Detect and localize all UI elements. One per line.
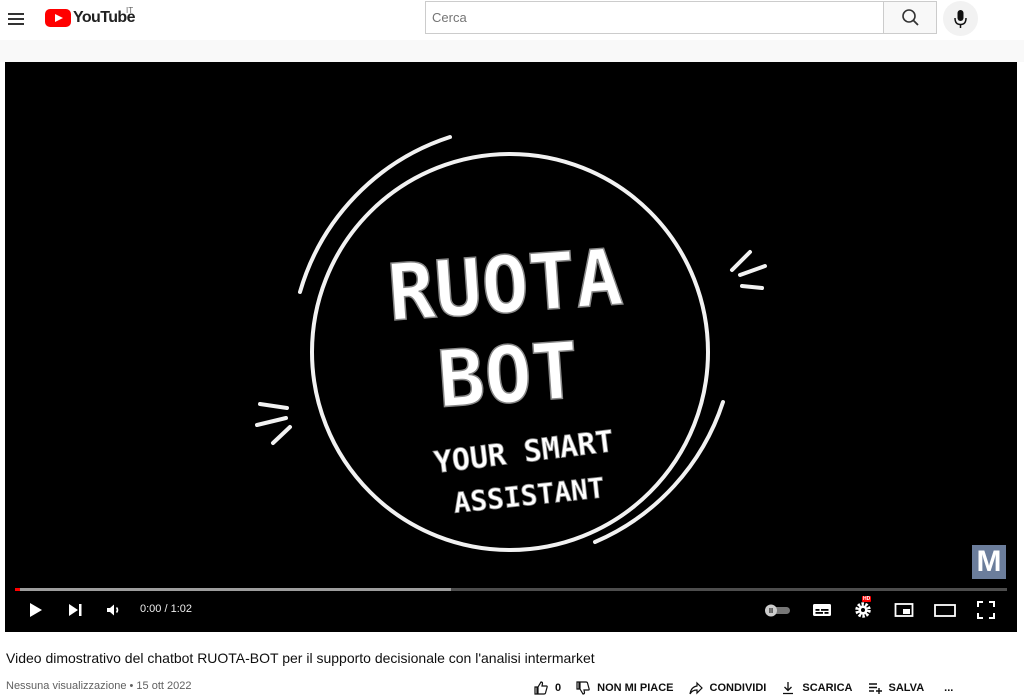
youtube-logo[interactable]: YouTube [45, 8, 135, 28]
share-button[interactable]: CONDIVIDI [688, 680, 767, 696]
country-code: IT [126, 6, 134, 15]
header-spacer [0, 40, 1024, 62]
more-actions-button[interactable]: ... [944, 682, 953, 694]
progress-buffered [15, 588, 452, 591]
video-player[interactable]: RUOTA BOT YOUR SMART ASSISTANT M 0:00 / … [5, 62, 1017, 632]
share-icon [688, 681, 703, 695]
thumbs-down-icon [576, 681, 590, 695]
like-count: 0 [555, 682, 562, 694]
download-icon [783, 682, 794, 695]
thumbs-up-icon [534, 681, 548, 695]
dislike-label: NON MI PIACE [597, 682, 674, 694]
video-text-line2: BOT [435, 326, 582, 426]
time-display: 0:00 / 1:02 [140, 603, 192, 615]
download-button[interactable]: SCARICA [780, 680, 853, 696]
miniplayer-icon [894, 603, 914, 617]
theater-mode-button[interactable] [932, 598, 958, 622]
play-icon [30, 603, 42, 617]
video-title: Video dimostrativo del chatbot RUOTA-BOT… [6, 650, 595, 666]
progress-bar[interactable] [15, 588, 1007, 591]
microphone-icon [954, 10, 967, 28]
volume-icon [107, 604, 119, 616]
menu-icon[interactable] [6, 8, 26, 28]
youtube-play-icon [45, 9, 71, 27]
next-button[interactable] [63, 598, 87, 622]
fullscreen-button[interactable] [974, 598, 998, 622]
play-button[interactable] [23, 598, 47, 622]
mute-button[interactable] [102, 598, 126, 622]
video-meta: Nessuna visualizzazione • 15 ott 2022 [6, 680, 192, 692]
video-text-line4: ASSISTANT [452, 471, 606, 520]
fullscreen-icon [977, 601, 995, 619]
miniplayer-button[interactable] [892, 598, 916, 622]
voice-search-button[interactable] [943, 1, 978, 36]
search-button[interactable] [883, 1, 937, 34]
search-input[interactable] [425, 1, 884, 34]
autoplay-toggle-icon [765, 604, 790, 617]
skip-next-icon [69, 604, 82, 616]
more-actions-icon: ... [944, 682, 954, 694]
like-button[interactable]: 0 [533, 680, 561, 696]
video-text-line1: RUOTA [385, 233, 626, 339]
progress-played [15, 588, 20, 591]
save-label: SALVA [888, 682, 925, 694]
masthead: YouTube IT [0, 0, 1024, 40]
playlist-add-icon [868, 683, 882, 694]
autoplay-toggle[interactable] [762, 598, 792, 622]
share-label: CONDIVIDI [709, 682, 767, 694]
download-label: SCARICA [802, 682, 853, 694]
channel-watermark[interactable]: M [972, 545, 1006, 579]
subtitles-button[interactable] [810, 598, 834, 622]
video-frame: RUOTA BOT YOUR SMART ASSISTANT [255, 135, 767, 552]
settings-button[interactable]: HD [851, 596, 875, 622]
subtitles-icon [813, 604, 831, 616]
search-icon [902, 9, 919, 26]
dislike-button[interactable]: NON MI PIACE [575, 680, 674, 696]
save-button[interactable]: SALVA [867, 680, 925, 696]
action-bar: 0 NON MI PIACE CONDIVIDI SCARICA SALVA .… [533, 680, 967, 696]
theater-mode-icon [934, 604, 956, 617]
hd-badge: HD [862, 596, 872, 602]
